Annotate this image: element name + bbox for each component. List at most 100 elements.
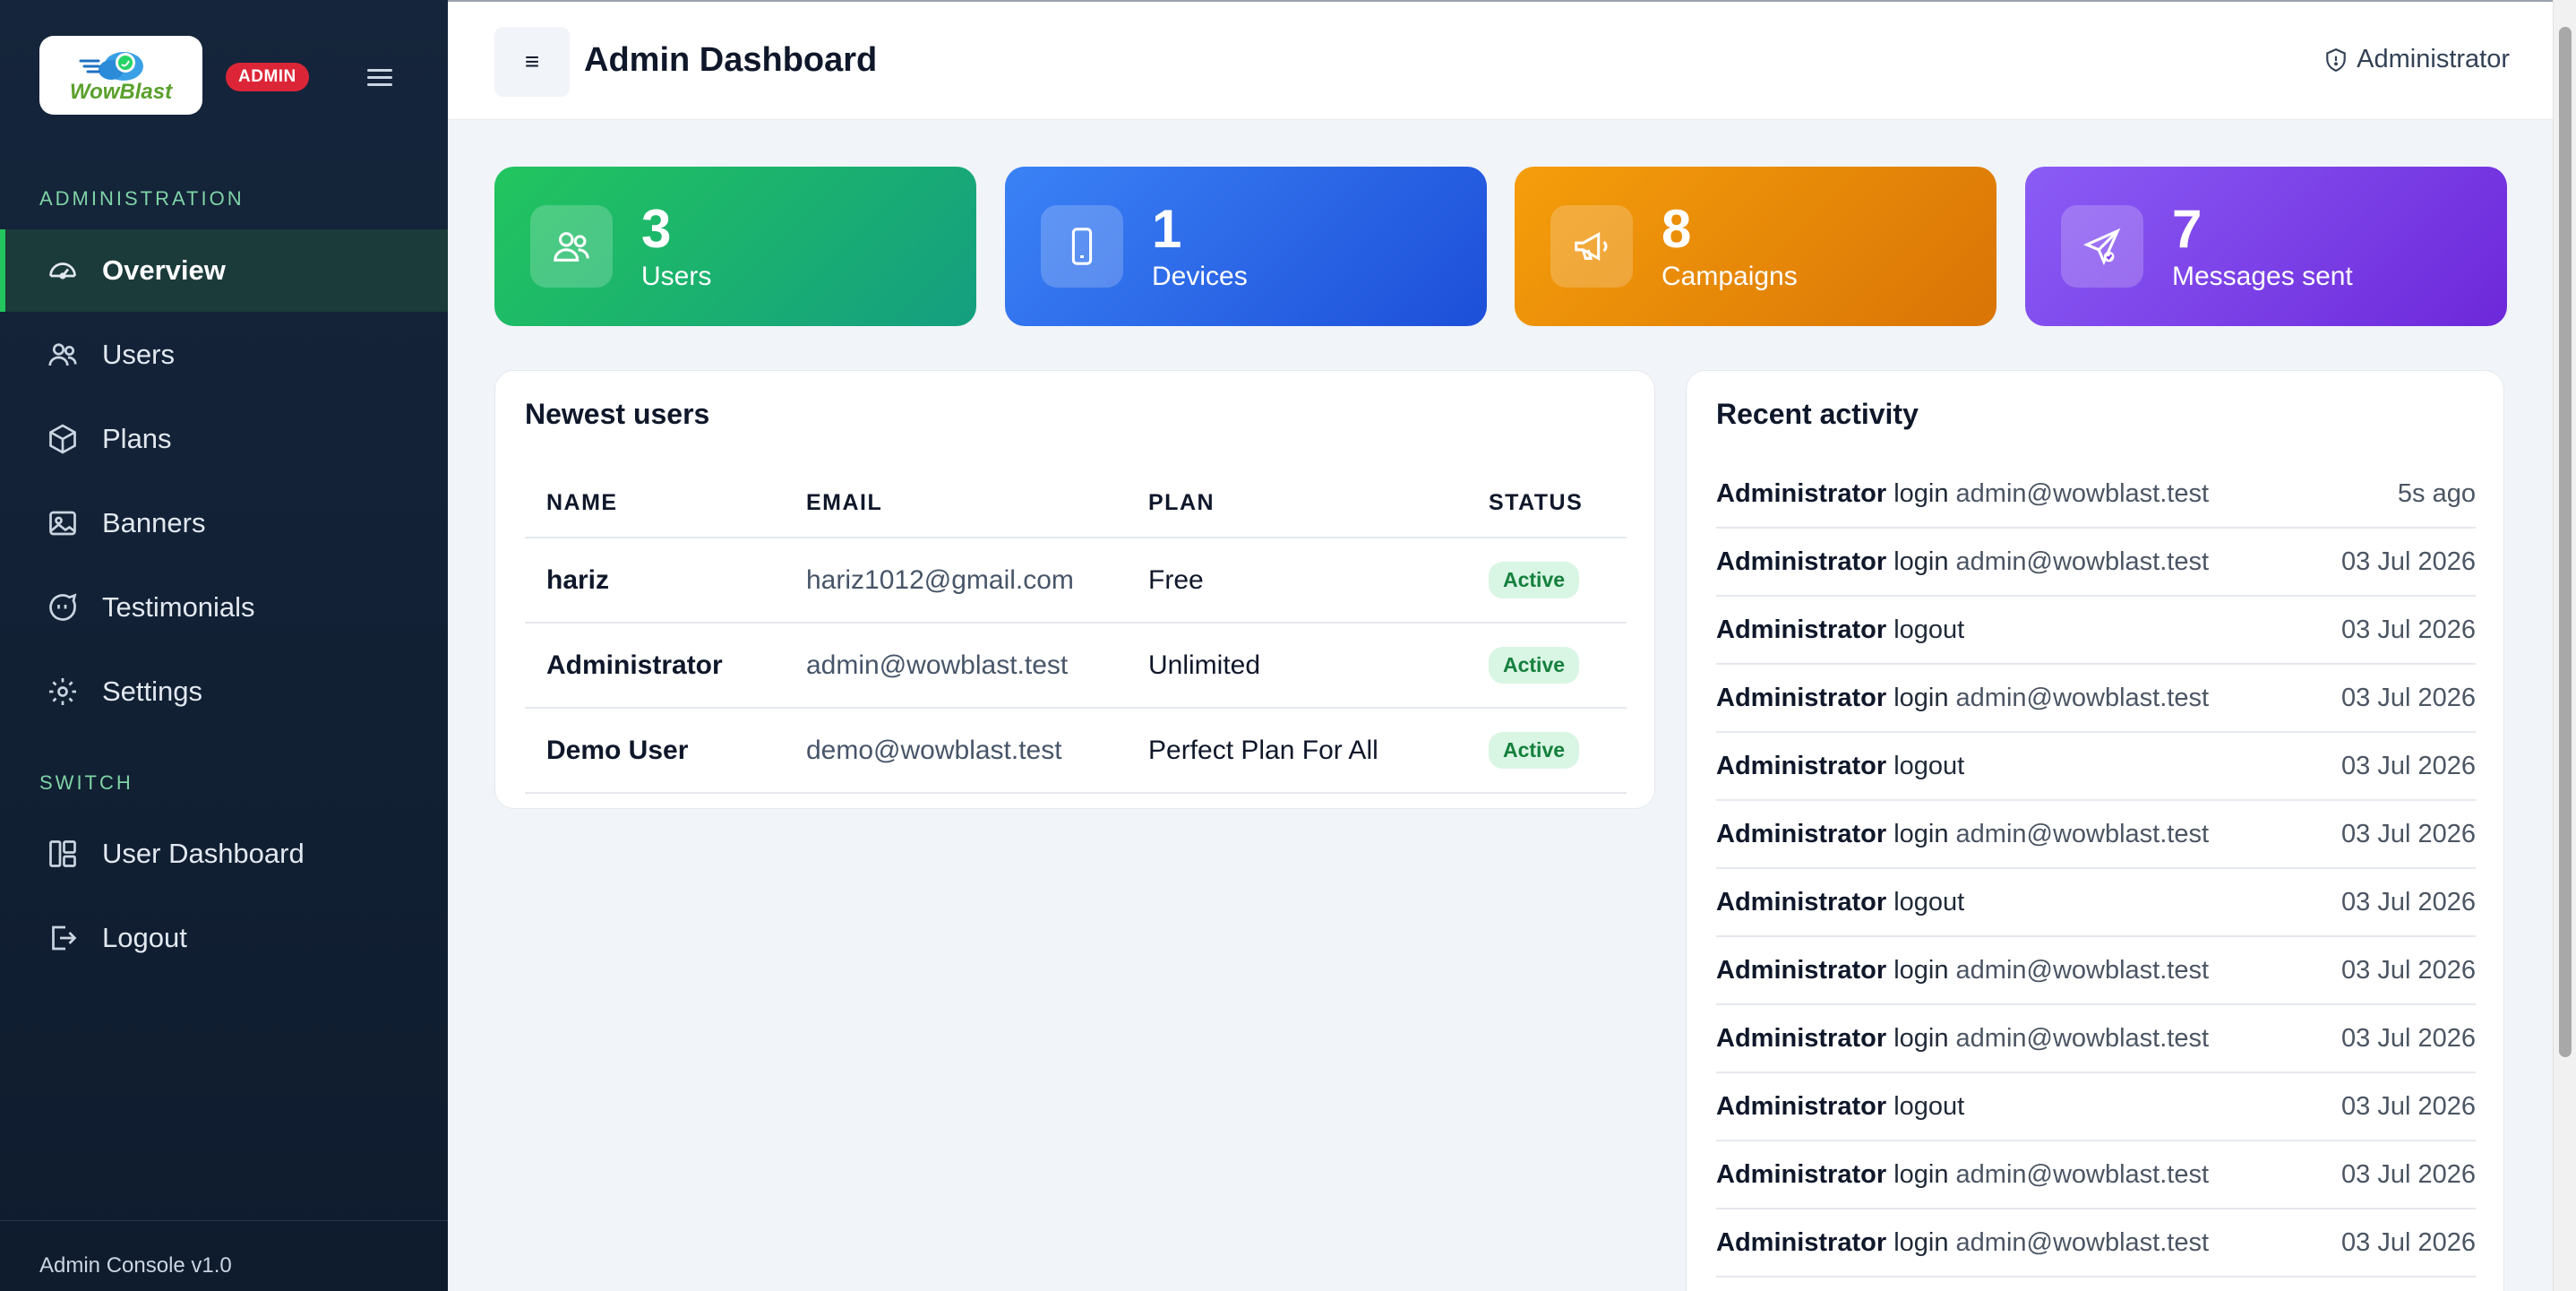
sidebar-item-settings[interactable]: Settings [0,650,448,733]
sidebar-item-logout[interactable]: Logout [0,897,448,979]
activity-list: Administrator login admin@wowblast.test 5… [1716,460,2476,1278]
send-icon [2061,205,2143,288]
sidebar-item-plans[interactable]: Plans [0,398,448,480]
activity-text: Administrator login admin@wowblast.test [1716,1160,2209,1190]
user-name: hariz [525,538,785,624]
sidebar-item-user-dashboard[interactable]: User Dashboard [0,813,448,895]
users-icon [530,205,613,288]
activity-text: Administrator login admin@wowblast.test [1716,820,2209,849]
user-plan: Free [1127,538,1467,624]
sidebar-item-users[interactable]: Users [0,314,448,396]
page-title: Admin Dashboard [584,41,878,79]
stat-label: Devices [1152,262,1248,291]
megaphone-icon [1550,205,1633,288]
stat-value: 7 [2172,199,2202,259]
activity-actor: Administrator [1716,1159,1887,1189]
list-item: Administrator logout 03 Jul 2026 [1716,869,2476,937]
activity-time: 03 Jul 2026 [2341,955,2476,985]
activity-action: login [1893,819,1949,848]
activity-action: logout [1893,1091,1965,1121]
recent-activity-panel: Recent activity Administrator login admi… [1686,370,2504,1291]
activity-text: Administrator logout [1716,888,1964,917]
sidebar-item-banners[interactable]: Banners [0,482,448,564]
sidebar-item-label: Users [102,339,175,370]
activity-action: logout [1893,751,1965,780]
activity-actor: Administrator [1716,683,1887,712]
users-icon [45,337,81,373]
panel-title: Recent activity [1716,398,1919,430]
brand-logo[interactable]: WowBlast [39,36,202,115]
chat-quote-icon [45,590,81,625]
sidebar-item-label: User Dashboard [102,838,305,869]
admin-badge: ADMIN [226,63,309,91]
activity-action: login [1893,547,1949,576]
activity-detail: admin@wowblast.test [1955,819,2210,848]
page-scrollbar[interactable] [2553,0,2576,1291]
sidebar-collapse-button[interactable] [362,63,398,91]
user-email: admin@wowblast.test [785,623,1127,709]
user-plan: Unlimited [1127,623,1467,709]
logout-icon [45,920,81,956]
status-badge: Active [1489,647,1580,684]
user-name: Demo User [525,708,785,794]
activity-action: login [1893,683,1949,712]
activity-text: Administrator logout [1716,615,1964,645]
column-header-name: NAME [525,469,785,538]
activity-time: 5s ago [2397,478,2476,508]
activity-text: Administrator login admin@wowblast.test [1716,479,2209,509]
section-label-switch: SWITCH [39,771,133,794]
phone-icon [1041,205,1123,288]
sidebar-item-overview[interactable]: Overview [0,229,448,312]
list-item: Administrator login admin@wowblast.test 0… [1716,937,2476,1005]
stat-value: 8 [1662,199,1692,259]
header-user-name: Administrator [2357,45,2510,73]
stat-card-users: 3 Users [494,167,976,326]
activity-text: Administrator login admin@wowblast.test [1716,956,2209,985]
activity-text: Administrator login admin@wowblast.test [1716,1024,2209,1054]
activity-text: Administrator logout [1716,752,1964,781]
table-row[interactable]: hariz hariz1012@gmail.com Free Active [525,538,1627,624]
activity-time: 03 Jul 2026 [2341,887,2476,917]
sidebar-footer: Admin Console v1.0 [0,1220,448,1278]
sidebar-item-label: Logout [102,922,187,953]
section-label-administration: ADMINISTRATION [39,187,245,210]
activity-text: Administrator logout [1716,1092,1964,1122]
user-status-cell: Active [1467,623,1627,709]
activity-time: 03 Jul 2026 [2341,1091,2476,1121]
scrollbar-thumb[interactable] [2559,27,2572,1057]
list-item: Administrator login admin@wowblast.test 0… [1716,1141,2476,1209]
table-row[interactable]: Administrator admin@wowblast.test Unlimi… [525,623,1627,709]
table-row[interactable]: Demo User demo@wowblast.test Perfect Pla… [525,708,1627,794]
image-icon [45,505,81,541]
column-header-status: STATUS [1467,469,1627,538]
activity-actor: Administrator [1716,819,1887,848]
user-name: Administrator [525,623,785,709]
list-item: Administrator login admin@wowblast.test 0… [1716,1005,2476,1073]
svg-text:WowBlast: WowBlast [70,80,173,104]
user-status-cell: Active [1467,538,1627,624]
column-header-email: EMAIL [785,469,1127,538]
activity-text: Administrator login admin@wowblast.test [1716,684,2209,713]
activity-detail: admin@wowblast.test [1955,1227,2210,1257]
gear-icon [45,674,81,710]
header-user-menu[interactable]: Administrator [2324,45,2510,74]
activity-actor: Administrator [1716,1023,1887,1053]
stat-card-campaigns: 8 Campaigns [1515,167,1996,326]
user-status-cell: Active [1467,708,1627,794]
sidebar-item-label: Plans [102,423,172,454]
activity-time: 03 Jul 2026 [2341,751,2476,780]
activity-time: 03 Jul 2026 [2341,1159,2476,1189]
sidebar-item-testimonials[interactable]: Testimonials [0,566,448,649]
list-item: Administrator logout 03 Jul 2026 [1716,1073,2476,1141]
user-email: demo@wowblast.test [785,708,1127,794]
list-item: Administrator login admin@wowblast.test 0… [1716,665,2476,733]
list-item: Administrator login admin@wowblast.test 0… [1716,1209,2476,1278]
header-menu-button[interactable]: ≡ [494,27,570,97]
activity-detail: admin@wowblast.test [1955,478,2210,508]
hamburger-icon-bar [367,82,392,86]
sidebar-item-label: Overview [102,254,226,286]
hamburger-icon-bar [367,68,392,72]
shield-icon [2326,47,2346,72]
gauge-icon [45,253,81,288]
activity-detail: admin@wowblast.test [1955,1023,2210,1053]
